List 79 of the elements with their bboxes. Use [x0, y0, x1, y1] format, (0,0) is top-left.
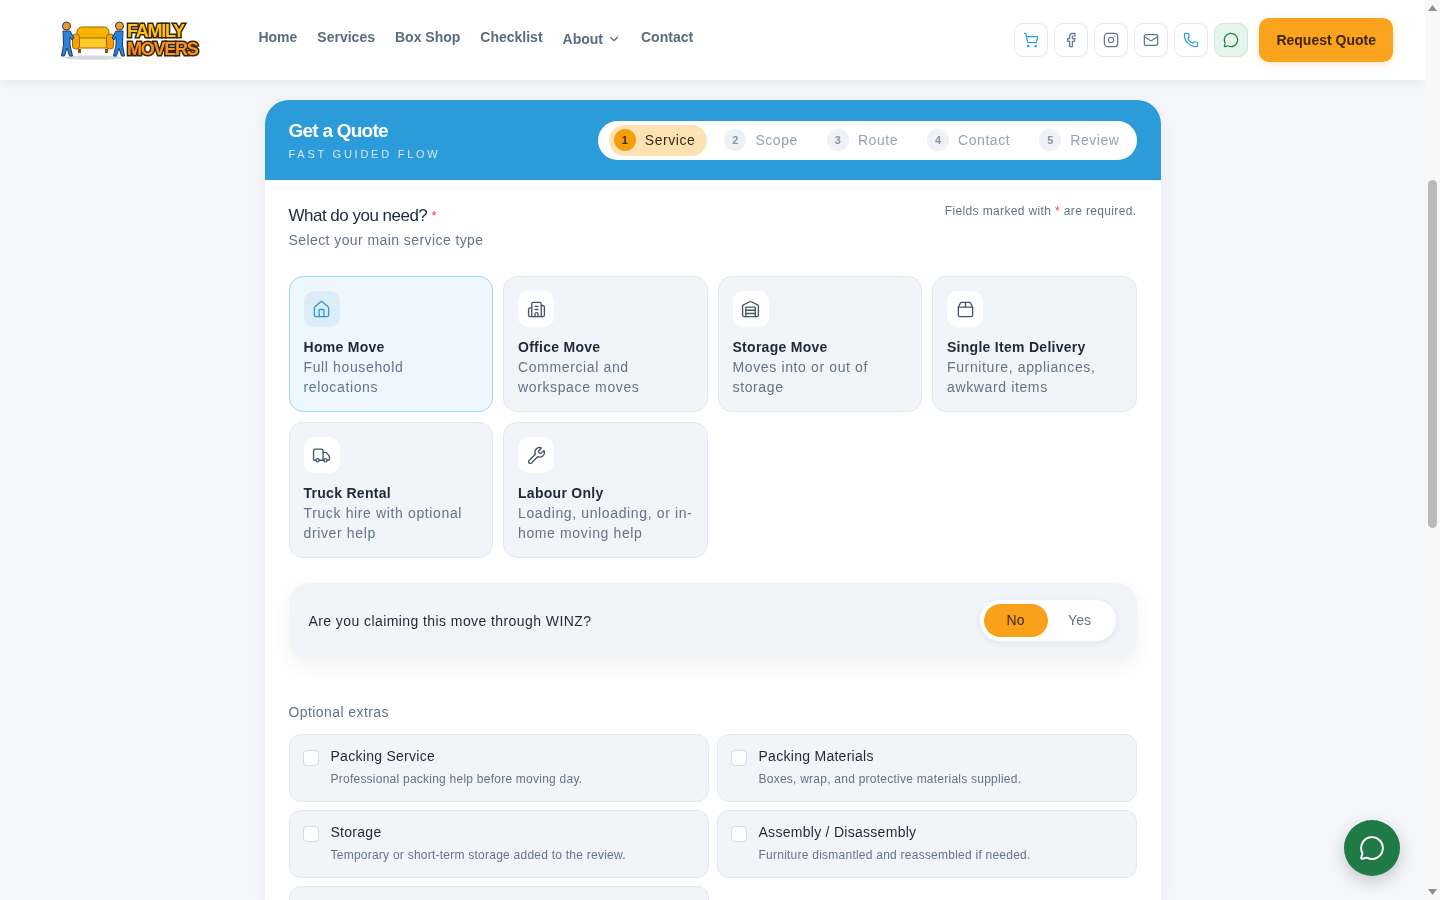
- service-description: Truck hire with optional driver help: [303, 504, 464, 543]
- service-card[interactable]: Storage Move Moves into or out of storage: [717, 276, 922, 412]
- step-number: 1: [613, 129, 636, 151]
- section-heading: What do you need? *: [288, 205, 438, 227]
- nav-link[interactable]: Contact: [641, 27, 694, 47]
- option-card[interactable]: Assembly / Disassembly Furniture dismantled and reassembled if needed.: [716, 810, 1137, 878]
- step-number: 3: [826, 129, 849, 151]
- mail-icon: [1143, 32, 1160, 48]
- service-card[interactable]: Truck Rental Truck hire with optional driver help: [288, 422, 493, 558]
- option-description: Furniture dismantled and reassembled if needed.: [758, 847, 1031, 863]
- office-building-icon: [518, 291, 554, 327]
- service-description: Furniture, appliances, awkward items: [947, 358, 1097, 397]
- nav-dropdown[interactable]: About: [562, 29, 621, 49]
- social-link[interactable]: [1054, 23, 1089, 57]
- chat-bubble-icon: [1223, 32, 1240, 48]
- step-number: 2: [724, 129, 747, 151]
- toggle-option[interactable]: Yes: [1047, 604, 1112, 637]
- option-title: Assembly / Disassembly: [758, 823, 918, 842]
- scrollbar-thumb[interactable]: [1428, 180, 1437, 528]
- service-title: Storage Move: [732, 338, 828, 357]
- step-number: 4: [927, 129, 950, 151]
- option-title: Storage: [330, 823, 383, 842]
- option-description: Temporary or short-term storage added to the review.: [330, 847, 626, 863]
- service-description: Moves into or out of storage: [732, 358, 870, 397]
- nav-link[interactable]: Box Shop: [394, 27, 461, 47]
- option-title: Packing Materials: [758, 747, 875, 766]
- truck-icon: [303, 437, 340, 473]
- service-title: Labour Only: [518, 484, 604, 503]
- step-number: 5: [1039, 129, 1062, 151]
- service-card[interactable]: Labour Only Loading, unloading, or in-home moving help: [503, 422, 708, 558]
- request-quote-button[interactable]: Request Quote: [1259, 18, 1393, 62]
- chat-button[interactable]: [1344, 820, 1400, 876]
- nav-link[interactable]: Checklist: [480, 27, 543, 47]
- phone-button[interactable]: [1174, 23, 1209, 57]
- warehouse-icon: [732, 291, 769, 327]
- instagram-icon: [1103, 32, 1120, 48]
- nav-link[interactable]: Services: [317, 27, 375, 47]
- service-title: Office Move: [518, 338, 601, 357]
- cart-icon: [1023, 32, 1040, 48]
- quote-subtitle: FAST GUIDED FLOW: [288, 146, 441, 162]
- phone-icon: [1183, 32, 1200, 48]
- nav-link[interactable]: Home: [258, 27, 298, 47]
- toggle-option[interactable]: No: [983, 604, 1048, 637]
- step-tab[interactable]: 1 Service: [608, 124, 708, 156]
- service-title: Home Move: [303, 338, 385, 357]
- question-text: Are you claiming this move through WINZ?: [308, 611, 592, 631]
- quote-title: Get a Quote: [288, 118, 389, 143]
- chat-button[interactable]: [1214, 23, 1249, 57]
- service-card[interactable]: Home Move Full household relocations: [288, 276, 493, 412]
- service-description: Full household relocations: [303, 358, 405, 397]
- scroll-down-arrow-icon[interactable]: [1428, 889, 1437, 895]
- required-note: Fields marked with * are required.: [944, 203, 1137, 219]
- option-title: Packing Service: [330, 747, 437, 766]
- social-link[interactable]: [1094, 23, 1129, 57]
- checkbox[interactable]: [730, 826, 747, 842]
- checkbox[interactable]: [730, 750, 747, 766]
- service-card[interactable]: Office Move Commercial and workspace moves: [503, 276, 708, 412]
- option-card[interactable]: Storage Temporary or short-term storage added to the review.: [288, 810, 709, 878]
- option-card[interactable]: Packing Service Professional packing help before moving day.: [288, 734, 709, 802]
- email-button[interactable]: [1134, 23, 1169, 57]
- package-icon: [947, 291, 983, 327]
- service-card[interactable]: Single Item Delivery Furniture, appliances, awkward items: [932, 276, 1137, 412]
- chat-bubble-icon: [1359, 835, 1385, 861]
- checkbox[interactable]: [302, 750, 319, 766]
- option-description: Boxes, wrap, and protective materials supplied.: [758, 771, 1022, 787]
- extras-label: Optional extras: [288, 703, 390, 722]
- service-title: Truck Rental: [303, 484, 391, 503]
- couch-carriers-icon: [60, 20, 126, 60]
- service-title: Single Item Delivery: [947, 338, 1086, 357]
- service-description: Loading, unloading, or in-home moving help: [518, 504, 693, 543]
- section-hint: Select your main service type: [288, 231, 484, 250]
- house-icon: [303, 291, 340, 327]
- service-description: Commercial and workspace moves: [518, 358, 641, 397]
- wrench-icon: [518, 437, 554, 473]
- checkbox[interactable]: [302, 826, 319, 842]
- option-card[interactable]: Packing Materials Boxes, wrap, and protective materials supplied.: [716, 734, 1137, 802]
- cart-button[interactable]: [1014, 23, 1049, 57]
- scroll-up-arrow-icon[interactable]: [1428, 5, 1437, 11]
- option-description: Professional packing help before moving day.: [330, 771, 583, 787]
